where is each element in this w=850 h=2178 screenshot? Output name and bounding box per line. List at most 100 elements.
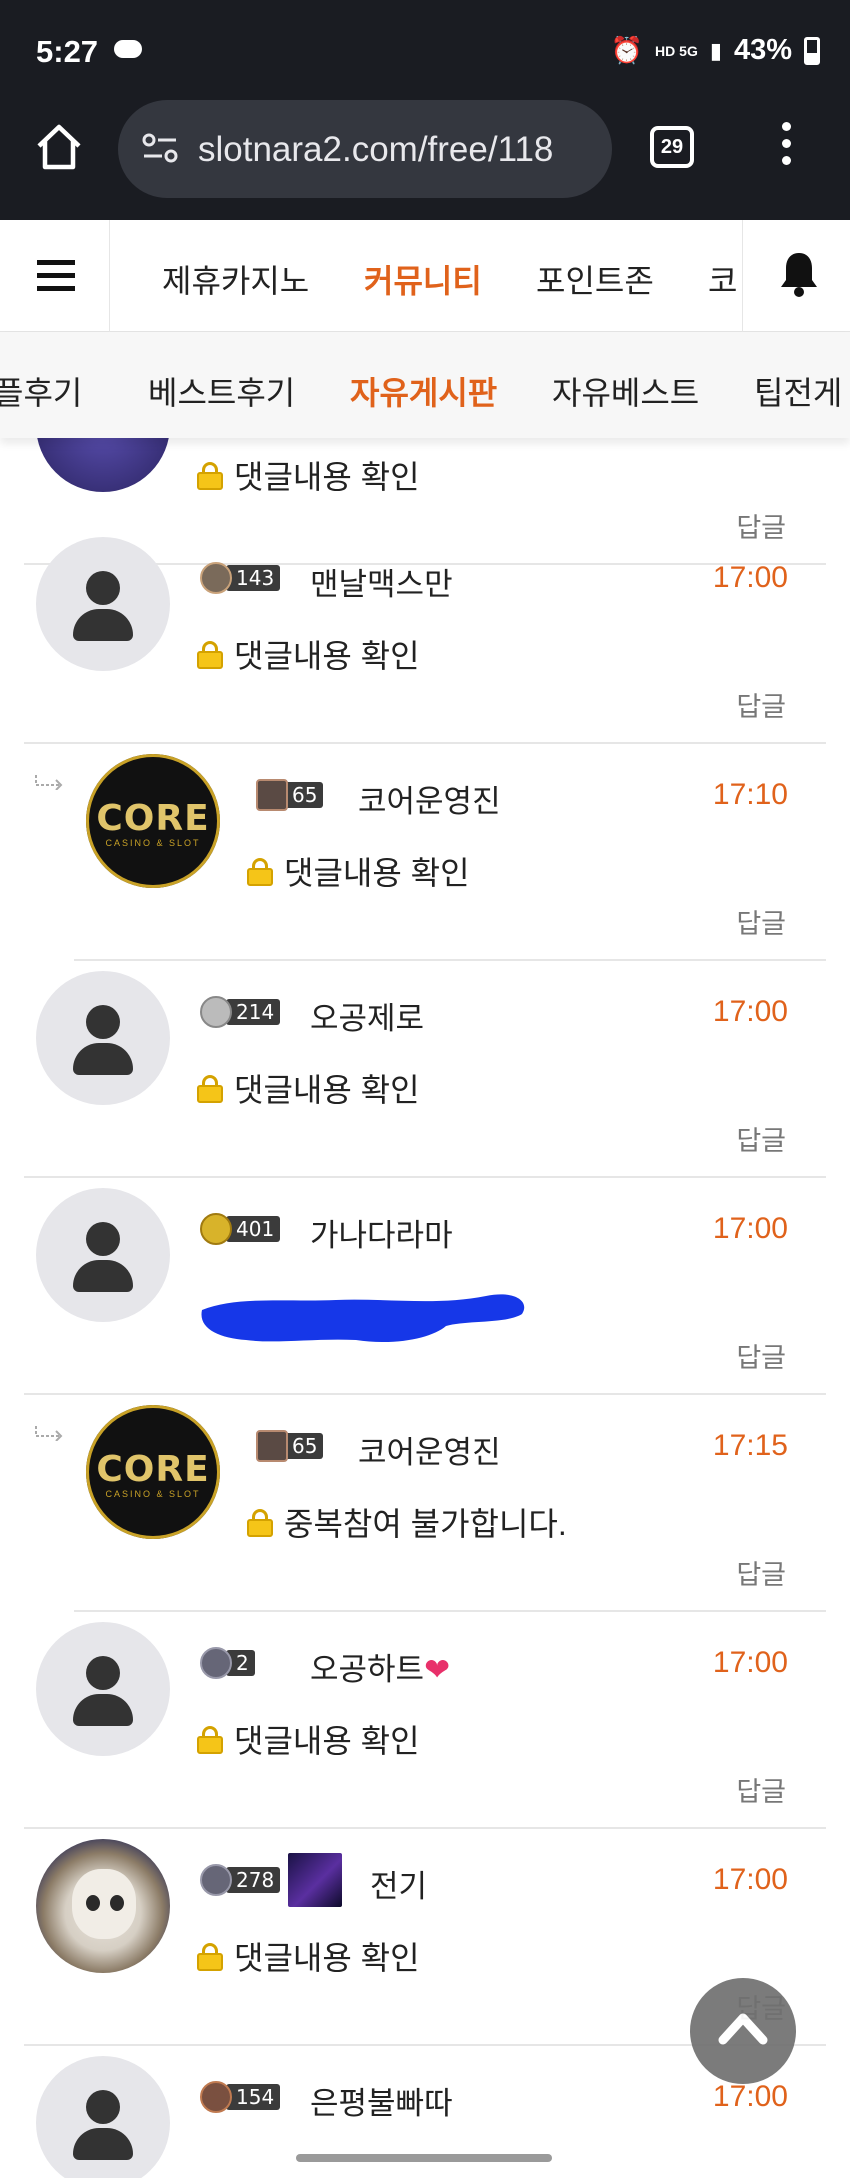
url-text[interactable]: slotnara2.com/free/118 — [198, 130, 553, 170]
bell-icon[interactable] — [779, 250, 819, 298]
level-badge: 154 — [200, 2080, 281, 2114]
level-emblem-icon — [200, 1864, 232, 1896]
site-info-icon[interactable] — [142, 132, 178, 164]
cloud-icon — [114, 40, 142, 58]
level-emblem-icon — [200, 2081, 232, 2113]
username[interactable]: 오공하트❤ — [310, 1644, 450, 1689]
lock-icon — [196, 641, 224, 669]
comment-content: 댓글내용 확인 — [246, 848, 470, 894]
level-number: 278 — [226, 1867, 281, 1893]
level-emblem-icon — [200, 562, 232, 594]
comment-content: 댓글내용 확인 — [196, 1716, 420, 1762]
username[interactable]: 전기 — [370, 1861, 427, 1906]
level-badge: 401 — [200, 1212, 281, 1246]
reply-button[interactable]: 답글 — [736, 1770, 786, 1809]
status-right: ⏰ HD 5G ▮ 43% — [611, 34, 820, 67]
comment-time: 17:00 — [712, 2080, 788, 2113]
lock-icon — [196, 1726, 224, 1754]
comment-content: 댓글내용 확인 — [196, 1065, 420, 1111]
redaction-scribble — [201, 1294, 525, 1343]
username[interactable]: 가나다라마 — [310, 1210, 453, 1255]
main-nav-item-more[interactable]: 코 — [708, 256, 737, 302]
username[interactable]: 코어운영진 — [358, 776, 501, 821]
avatar[interactable] — [36, 2056, 170, 2178]
level-badge: 214 — [200, 995, 281, 1029]
avatar[interactable] — [36, 537, 170, 671]
heart-icon: ❤ — [424, 1652, 451, 1687]
alarm-icon: ⏰ — [610, 35, 644, 65]
avatar[interactable] — [36, 1188, 170, 1322]
level-number: 214 — [226, 999, 281, 1025]
core-logo: CORE — [96, 1449, 210, 1490]
username[interactable]: 은평불빠따 — [310, 2078, 453, 2123]
level-number: 65 — [282, 1433, 324, 1459]
comment-item: 143 맨날맥스만 17:00 댓글내용 확인 답글 — [24, 527, 826, 744]
lock-icon — [196, 1075, 224, 1103]
level-number: 401 — [226, 1216, 281, 1242]
comment-time: 17:00 — [712, 1646, 788, 1679]
gesture-bar[interactable] — [296, 2154, 552, 2162]
lock-icon — [196, 1943, 224, 1971]
lock-icon — [246, 858, 274, 886]
more-icon[interactable] — [778, 122, 794, 172]
main-nav-item-point[interactable]: 포인트존 — [536, 256, 654, 302]
reply-button[interactable]: 답글 — [736, 1553, 786, 1592]
reply-button[interactable]: 답글 — [736, 685, 786, 724]
address-bar[interactable]: slotnara2.com/free/118 — [118, 100, 612, 198]
main-nav: 제휴카지노 커뮤니티 포인트존 코 — [110, 220, 742, 332]
avatar[interactable] — [36, 971, 170, 1105]
avatar[interactable] — [36, 1839, 170, 1973]
tabs-button[interactable]: 29 — [650, 126, 694, 168]
site-header: 제휴카지노 커뮤니티 포인트존 코 — [0, 220, 850, 332]
scroll-top-button[interactable] — [690, 1978, 796, 2084]
user-icon-image — [288, 1853, 343, 1907]
level-badge: 65 — [256, 778, 324, 812]
comment-content: 댓글내용 확인 — [196, 452, 420, 498]
signal-icon: ▮ — [709, 37, 722, 63]
comment-time: 17:00 — [712, 1863, 788, 1896]
status-bar: 5:27 ⏰ HD 5G ▮ 43% — [0, 0, 850, 96]
core-logo-sub: CASINO & SLOT — [105, 838, 201, 848]
avatar[interactable] — [36, 1622, 170, 1756]
reply-arrow-icon — [35, 775, 63, 790]
level-badge: 65 — [256, 1429, 324, 1463]
status-time: 5:27 — [36, 34, 99, 69]
level-badge: 143 — [200, 561, 281, 595]
avatar[interactable]: CORE CASINO & SLOT — [86, 754, 220, 888]
comment-content: 중복참여 불가합니다. — [246, 1499, 567, 1545]
browser-toolbar: slotnara2.com/free/118 29 — [0, 96, 850, 220]
main-nav-item-casino[interactable]: 제휴카지노 — [162, 256, 309, 302]
sub-nav-item-tips[interactable]: 팁전게 — [754, 368, 842, 414]
comment-time: 17:00 — [712, 1212, 788, 1245]
battery-icon — [804, 36, 820, 65]
reply-button[interactable]: 답글 — [736, 902, 786, 941]
username[interactable]: 코어운영진 — [358, 1427, 501, 1472]
level-emblem-icon — [256, 779, 288, 811]
avatar[interactable]: CORE CASINO & SLOT — [86, 1405, 220, 1539]
main-nav-item-community[interactable]: 커뮤니티 — [364, 256, 482, 302]
sub-nav-item-review[interactable]: 플후기 — [0, 368, 82, 414]
level-badge: 278 — [200, 1853, 343, 1907]
username[interactable]: 맨날맥스만 — [310, 559, 453, 604]
level-number: 154 — [226, 2084, 281, 2110]
sub-nav-item-free-board[interactable]: 자유게시판 — [350, 368, 497, 414]
reply-button[interactable]: 답글 — [736, 1119, 786, 1158]
avatar[interactable] — [36, 438, 170, 492]
core-logo: CORE — [96, 798, 210, 839]
home-icon[interactable] — [34, 122, 84, 172]
sub-nav: 플후기 베스트후기 자유게시판 자유베스트 팁전게 — [0, 332, 850, 438]
menu-icon[interactable] — [0, 220, 110, 332]
level-number: 143 — [226, 565, 281, 591]
reply-button[interactable]: 답글 — [736, 1336, 786, 1375]
sub-nav-item-best-review[interactable]: 베스트후기 — [148, 368, 295, 414]
username[interactable]: 오공제로 — [310, 993, 424, 1038]
core-logo-sub: CASINO & SLOT — [105, 1489, 201, 1499]
comment-item: 214 오공제로 17:00 댓글내용 확인 답글 — [24, 961, 826, 1178]
comment-reply-item: CORE CASINO & SLOT 65 코어운영진 17:15 중복참여 불… — [35, 1395, 826, 1612]
level-emblem-icon — [200, 1647, 232, 1679]
notifications[interactable] — [742, 220, 850, 332]
comment-content: 댓글내용 확인 — [196, 1933, 420, 1979]
reply-arrow-icon — [35, 1426, 63, 1441]
sub-nav-item-free-best[interactable]: 자유베스트 — [552, 368, 699, 414]
comment-time: 17:00 — [712, 995, 788, 1028]
